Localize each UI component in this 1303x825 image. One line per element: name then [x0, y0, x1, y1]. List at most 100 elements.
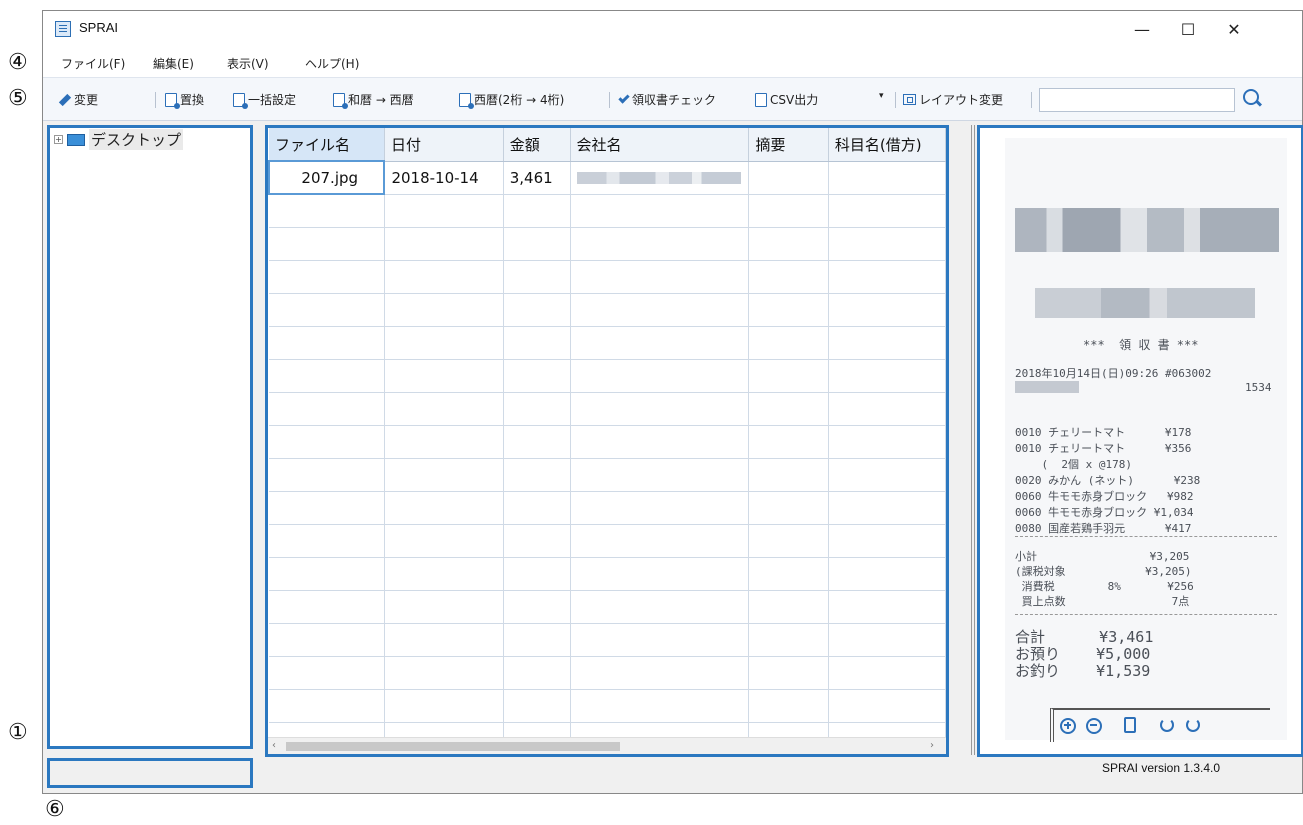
- zoom-out-icon[interactable]: [1086, 718, 1102, 734]
- grid-cell[interactable]: [570, 524, 750, 558]
- grid-cell[interactable]: [269, 326, 385, 360]
- grid-cell[interactable]: [570, 557, 750, 591]
- grid-cell[interactable]: [828, 326, 946, 360]
- grid-cell[interactable]: [748, 293, 829, 327]
- grid-cell[interactable]: [384, 359, 504, 393]
- grid-cell[interactable]: [570, 260, 750, 294]
- grid-cell[interactable]: [828, 491, 946, 525]
- grid-cell[interactable]: [384, 491, 504, 525]
- scroll-right-icon[interactable]: ›: [930, 740, 934, 751]
- grid-cell[interactable]: [269, 293, 385, 327]
- table-row[interactable]: [269, 623, 946, 657]
- vertical-scrollbar[interactable]: ⌃ ⌄: [947, 128, 949, 754]
- rotate-left-icon[interactable]: [1186, 718, 1200, 732]
- grid-cell[interactable]: [828, 458, 946, 492]
- menu-file[interactable]: ファイル(F): [61, 55, 125, 72]
- replace-button[interactable]: 置換: [165, 91, 204, 109]
- cell-account-debit[interactable]: [828, 161, 946, 195]
- grid-cell[interactable]: [503, 194, 571, 228]
- horizontal-scrollbar[interactable]: ‹ ›: [268, 737, 946, 754]
- layout-change-button[interactable]: レイアウト変更: [903, 91, 1003, 108]
- grid-cell[interactable]: [269, 458, 385, 492]
- grid-cell[interactable]: [384, 293, 504, 327]
- search-input[interactable]: [1039, 88, 1235, 112]
- close-button[interactable]: ✕: [1211, 11, 1257, 47]
- grid-cell[interactable]: [570, 392, 750, 426]
- csv-dropdown-arrow[interactable]: ▾: [879, 91, 884, 101]
- grid-cell[interactable]: [570, 227, 750, 261]
- grid-cell[interactable]: [828, 194, 946, 228]
- grid-cell[interactable]: [748, 425, 829, 459]
- seireki-2-to-4-button[interactable]: 西暦(2桁 → 4桁): [459, 91, 564, 109]
- grid-cell[interactable]: [748, 260, 829, 294]
- grid-cell[interactable]: [748, 326, 829, 360]
- table-row[interactable]: [269, 491, 946, 525]
- search-icon[interactable]: [1243, 89, 1259, 105]
- table-row[interactable]: [269, 425, 946, 459]
- grid-cell[interactable]: [570, 194, 750, 228]
- scrollbar-thumb[interactable]: [286, 742, 620, 751]
- scroll-left-icon[interactable]: ‹: [272, 740, 276, 751]
- zoom-in-icon[interactable]: [1060, 718, 1076, 734]
- table-row[interactable]: [269, 326, 946, 360]
- grid-cell[interactable]: [384, 557, 504, 591]
- grid-cell[interactable]: [269, 656, 385, 690]
- menu-edit[interactable]: 編集(E): [153, 55, 194, 72]
- grid-cell[interactable]: [269, 194, 385, 228]
- grid-cell[interactable]: [828, 260, 946, 294]
- grid-cell[interactable]: [384, 524, 504, 558]
- minimize-button[interactable]: —: [1119, 11, 1165, 47]
- bulk-set-button[interactable]: 一括設定: [233, 91, 296, 109]
- table-row[interactable]: [269, 656, 946, 690]
- table-row[interactable]: [269, 260, 946, 294]
- grid-cell[interactable]: [503, 656, 571, 690]
- grid-cell[interactable]: [828, 689, 946, 723]
- grid-cell[interactable]: [503, 326, 571, 360]
- cell-date[interactable]: 2018-10-14: [384, 161, 504, 195]
- grid-cell[interactable]: [503, 458, 571, 492]
- panel-splitter[interactable]: [971, 125, 975, 755]
- grid-cell[interactable]: [503, 557, 571, 591]
- grid-cell[interactable]: [384, 590, 504, 624]
- grid-cell[interactable]: [384, 689, 504, 723]
- grid-cell[interactable]: [748, 689, 829, 723]
- grid-cell[interactable]: [570, 458, 750, 492]
- menu-help[interactable]: ヘルプ(H): [305, 55, 359, 72]
- tree-item-desktop[interactable]: + デスクトップ: [54, 129, 184, 150]
- grid-cell[interactable]: [384, 458, 504, 492]
- cell-filename[interactable]: 207.jpg: [268, 160, 386, 195]
- fit-to-window-icon[interactable]: [1124, 717, 1136, 733]
- table-row[interactable]: [269, 359, 946, 393]
- grid-cell[interactable]: [570, 491, 750, 525]
- grid-cell[interactable]: [570, 425, 750, 459]
- grid-cell[interactable]: [828, 623, 946, 657]
- wareki-to-seireki-button[interactable]: 和暦 → 西暦: [333, 91, 414, 109]
- grid-cell[interactable]: [748, 491, 829, 525]
- grid-cell[interactable]: [269, 623, 385, 657]
- grid-cell[interactable]: [269, 689, 385, 723]
- grid-cell[interactable]: [503, 590, 571, 624]
- cell-amount[interactable]: 3,461: [503, 161, 571, 195]
- expand-icon[interactable]: +: [54, 135, 63, 144]
- grid-cell[interactable]: [570, 326, 750, 360]
- grid-cell[interactable]: [269, 227, 385, 261]
- grid-cell[interactable]: [384, 623, 504, 657]
- grid-cell[interactable]: [828, 590, 946, 624]
- grid-cell[interactable]: [384, 194, 504, 228]
- grid-cell[interactable]: [503, 425, 571, 459]
- grid-cell[interactable]: [828, 392, 946, 426]
- grid-cell[interactable]: [503, 491, 571, 525]
- grid-cell[interactable]: [748, 557, 829, 591]
- table-row[interactable]: [269, 524, 946, 558]
- grid-cell[interactable]: [503, 623, 571, 657]
- grid-cell[interactable]: [828, 656, 946, 690]
- grid-cell[interactable]: [503, 293, 571, 327]
- grid-cell[interactable]: [269, 359, 385, 393]
- maximize-button[interactable]: ☐: [1165, 11, 1211, 47]
- cell-description[interactable]: [748, 161, 829, 195]
- grid-cell[interactable]: [269, 557, 385, 591]
- table-row[interactable]: [269, 293, 946, 327]
- table-row[interactable]: [269, 557, 946, 591]
- grid-cell[interactable]: [748, 458, 829, 492]
- grid-cell[interactable]: [748, 194, 829, 228]
